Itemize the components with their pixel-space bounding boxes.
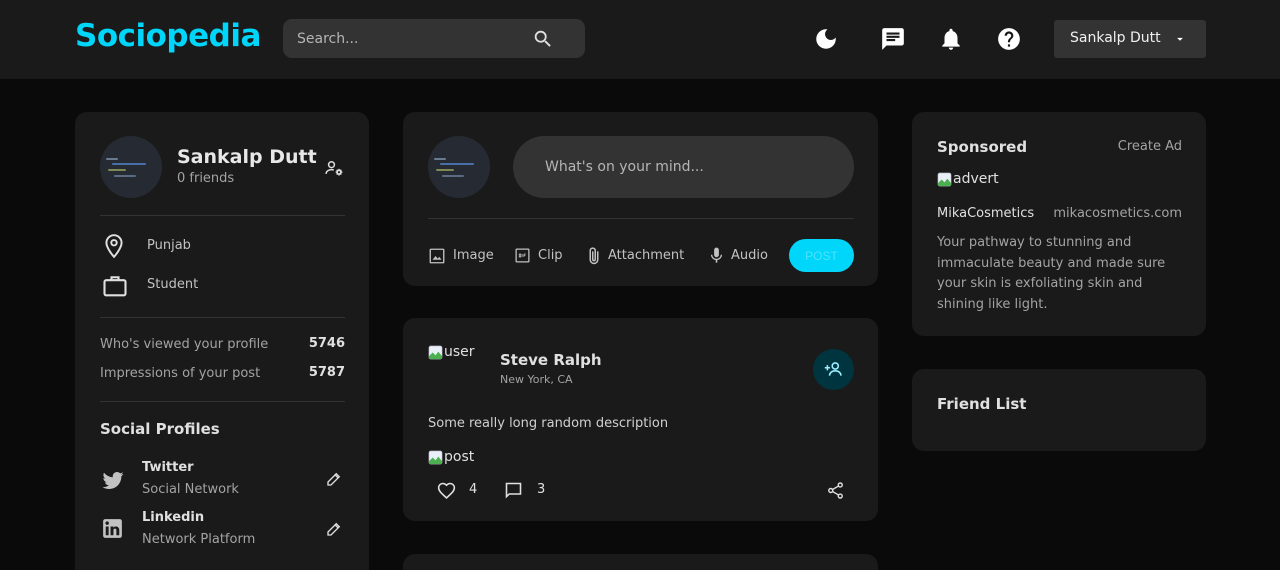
comment-count: 3 bbox=[537, 482, 546, 497]
image-icon[interactable] bbox=[428, 247, 446, 265]
edit-linkedin-icon[interactable] bbox=[325, 520, 343, 538]
post-author-avatar[interactable]: user bbox=[428, 344, 475, 360]
friends-count: 0 friends bbox=[177, 171, 235, 186]
twitter-name[interactable]: Twitter bbox=[142, 460, 194, 475]
occupation-text: Student bbox=[147, 277, 199, 292]
broken-image-icon bbox=[937, 172, 952, 186]
post-card: user Steve Ralph New York, CA Some reall… bbox=[403, 318, 878, 521]
social-profiles-title: Social Profiles bbox=[100, 420, 220, 438]
broken-image-icon bbox=[428, 345, 443, 359]
message-icon[interactable] bbox=[880, 26, 906, 52]
ad-desc-line-3: your skin is exfoliating skin and bbox=[937, 276, 1143, 291]
person-add-icon bbox=[824, 362, 842, 376]
attachment-action[interactable]: Attachment bbox=[608, 248, 684, 263]
avatar-alt: user bbox=[444, 344, 475, 360]
share-icon[interactable] bbox=[826, 481, 845, 500]
post-image-alt: post bbox=[444, 449, 475, 465]
twitter-sub: Social Network bbox=[142, 482, 239, 497]
work-icon bbox=[103, 276, 127, 297]
user-divider-3 bbox=[100, 401, 345, 402]
attachment-icon[interactable] bbox=[584, 246, 604, 266]
advert-alt: advert bbox=[953, 171, 999, 187]
linkedin-sub: Network Platform bbox=[142, 532, 256, 547]
add-friend-button[interactable] bbox=[813, 349, 854, 390]
navbar: Sociopedia Sankalp Dutt bbox=[0, 0, 1280, 79]
next-post-card bbox=[403, 554, 878, 570]
advert-image[interactable]: advert bbox=[937, 171, 999, 187]
manage-accounts-icon[interactable] bbox=[324, 158, 344, 178]
profile-views-value: 5746 bbox=[308, 336, 345, 351]
composer-divider bbox=[428, 218, 854, 219]
ad-desc-line-1: Your pathway to stunning and bbox=[937, 235, 1132, 250]
friend-list-widget: Friend List bbox=[912, 369, 1206, 451]
audio-action[interactable]: Audio bbox=[731, 248, 768, 263]
user-widget: Sankalp Dutt 0 friends Punjab Student Wh… bbox=[75, 112, 369, 570]
post-composer: Image Clip Attachment Audio POST bbox=[403, 112, 878, 286]
post-author-location: New York, CA bbox=[500, 373, 573, 386]
search-input[interactable] bbox=[297, 19, 527, 58]
post-image[interactable]: post bbox=[428, 449, 474, 465]
user-avatar[interactable] bbox=[100, 136, 162, 198]
search-icon[interactable] bbox=[532, 28, 554, 50]
ad-brand: MikaCosmetics bbox=[937, 206, 1035, 221]
help-icon[interactable] bbox=[996, 26, 1022, 52]
friend-list-title: Friend List bbox=[937, 395, 1027, 413]
sponsored-title: Sponsored bbox=[937, 138, 1028, 156]
user-divider-2 bbox=[100, 317, 345, 318]
image-action[interactable]: Image bbox=[453, 248, 494, 263]
dark-mode-icon[interactable] bbox=[813, 26, 839, 52]
post-author-name[interactable]: Steve Ralph bbox=[500, 351, 602, 369]
composer-avatar[interactable] bbox=[428, 136, 490, 198]
edit-twitter-icon[interactable] bbox=[325, 470, 343, 488]
post-description: Some really long random description bbox=[428, 416, 669, 431]
linkedin-name[interactable]: Linkedin bbox=[142, 510, 204, 525]
broken-image-icon bbox=[428, 450, 443, 464]
logo[interactable]: Sociopedia bbox=[75, 18, 261, 54]
twitter-icon bbox=[102, 472, 124, 489]
ad-desc-line-4: shining like light. bbox=[937, 297, 1048, 312]
mic-icon[interactable] bbox=[707, 246, 726, 265]
comment-icon[interactable] bbox=[503, 480, 524, 501]
like-icon[interactable] bbox=[436, 480, 457, 501]
post-input[interactable] bbox=[513, 136, 854, 198]
location-icon bbox=[105, 234, 123, 259]
user-menu-label: Sankalp Dutt bbox=[1070, 30, 1161, 46]
ad-url[interactable]: mikacosmetics.com bbox=[1053, 206, 1182, 221]
linkedin-icon bbox=[103, 519, 122, 538]
user-divider-1 bbox=[100, 215, 345, 216]
caret-down-icon bbox=[1177, 37, 1183, 41]
user-menu-select[interactable]: Sankalp Dutt bbox=[1054, 20, 1206, 58]
post-button[interactable]: POST bbox=[789, 239, 854, 272]
profile-views-label: Who's viewed your profile bbox=[100, 337, 269, 352]
sponsored-widget: Sponsored Create Ad advert MikaCosmetics… bbox=[912, 112, 1206, 336]
notification-icon[interactable] bbox=[938, 26, 964, 52]
gif-icon[interactable] bbox=[514, 247, 531, 264]
user-name[interactable]: Sankalp Dutt bbox=[177, 146, 317, 168]
impressions-label: Impressions of your post bbox=[100, 366, 261, 381]
location-text: Punjab bbox=[147, 238, 191, 253]
create-ad-link[interactable]: Create Ad bbox=[1118, 139, 1182, 154]
impressions-value: 5787 bbox=[308, 365, 345, 380]
search-box bbox=[283, 19, 585, 58]
clip-action[interactable]: Clip bbox=[538, 248, 563, 263]
like-count: 4 bbox=[469, 482, 478, 497]
ad-desc-line-2: immaculate beauty and made sure bbox=[937, 256, 1166, 271]
